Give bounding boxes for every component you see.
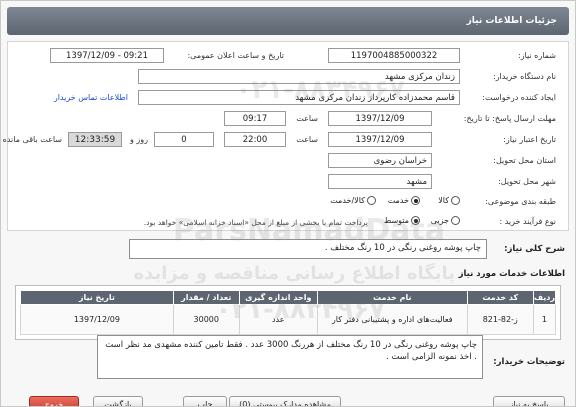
validity-label: تاریخ اعتبار نیاز:	[503, 135, 556, 144]
reply-button[interactable]: پاسخ به نیاز	[493, 396, 565, 406]
col-need-date: تاریخ نیاز	[20, 290, 174, 305]
radio-icon[interactable]	[451, 196, 460, 205]
cell-need-date: 1397/12/09	[20, 304, 174, 335]
reply-time-label: ساعت	[296, 114, 318, 123]
validity-date-field[interactable]: 1397/12/09	[328, 132, 432, 147]
cell-row: 1	[532, 304, 557, 335]
reply-time-field[interactable]: 09:17	[224, 111, 286, 126]
need-number-label: شماره نیاز:	[518, 51, 556, 60]
need-number-field[interactable]: 1197004885000322	[328, 48, 460, 63]
radio-icon[interactable]	[367, 196, 376, 205]
buyer-contact-link[interactable]: اطلاعات تماس خریدار	[54, 93, 128, 102]
validity-time-label: ساعت	[296, 135, 318, 144]
category-option-goods[interactable]: کالا	[438, 196, 460, 205]
radio-icon[interactable]	[451, 216, 460, 225]
remaining-days-field[interactable]: 0	[154, 132, 214, 147]
table-header-row: ردیف کد خدمت نام خدمت واحد اندازه گیری ت…	[20, 290, 557, 305]
services-table-wrap: ردیف کد خدمت نام خدمت واحد اندازه گیری ت…	[15, 285, 561, 340]
process-option-medium[interactable]: متوسط	[384, 216, 420, 225]
buyer-org-label: نام دستگاه خریدار:	[493, 72, 556, 81]
need-details-panel: شماره نیاز: 1197004885000322 تاریخ و ساع…	[3, 41, 569, 231]
province-label: استان محل تحویل:	[493, 156, 556, 165]
process-option-minor[interactable]: جزیی	[431, 216, 460, 225]
days-label: روز و	[130, 135, 148, 144]
radio-selected-icon[interactable]	[411, 196, 420, 205]
process-label: نوع فرآیند خرید :	[499, 217, 556, 226]
table-row[interactable]: 1 ز-82-821 فعالیت‌های اداره و پشتیبانی د…	[20, 304, 557, 335]
buyer-notes-field[interactable]: چاپ پوشه روغنی رنگی در 10 رنگ مختلف از ه…	[97, 335, 483, 379]
reply-date-field[interactable]: 1397/12/09	[328, 111, 432, 126]
process-note: پرداخت تمام یا بخشی از مبلغ از محل «اسنا…	[143, 218, 368, 227]
city-field[interactable]: مشهد	[328, 174, 432, 189]
col-unit: واحد اندازه گیری	[238, 290, 318, 305]
summary-field[interactable]: چاپ پوشه روغنی رنگی در 10 رنگ مختلف .	[129, 239, 487, 259]
remaining-label: ساعت باقی مانده	[2, 135, 62, 144]
exit-button[interactable]: خروج	[29, 396, 79, 406]
category-label: طبقه بندی موضوعی:	[485, 197, 556, 206]
creator-label: ایجاد کننده درخواست:	[482, 93, 556, 102]
category-option-service[interactable]: خدمت	[388, 196, 420, 205]
page-title: جزئیات اطلاعات نیاز	[7, 7, 569, 35]
cell-service-code: ز-82-821	[466, 304, 534, 335]
col-service-code: کد خدمت	[466, 290, 534, 305]
validity-time-field[interactable]: 22:00	[224, 132, 286, 147]
services-table: ردیف کد خدمت نام خدمت واحد اندازه گیری ت…	[20, 290, 557, 335]
back-button[interactable]: بازگشت	[93, 396, 143, 406]
col-service-name: نام خدمت	[316, 290, 468, 305]
watermark-caption: پایگاه اطلاع رسانی مناقصه و مزایده	[133, 263, 455, 284]
announce-date-label: تاریخ و ساعت اعلان عمومی:	[187, 51, 284, 60]
cell-service-name: فعالیت‌های اداره و پشتیبانی دفتر کار	[316, 304, 468, 335]
buyer-org-field[interactable]: زندان مرکزی مشهد	[138, 69, 460, 84]
buyer-notes-label: توضیحات خریدار:	[493, 357, 565, 367]
city-label: شهر محل تحویل:	[498, 177, 556, 186]
action-buttons: پاسخ به نیاز مشاهده مدارک پیوستی (0) چاپ…	[7, 396, 569, 406]
services-section-title: اطلاعات خدمات مورد نیاز	[458, 269, 565, 279]
cell-unit: عدد	[238, 304, 318, 335]
category-option-goods-service[interactable]: کالا/خدمت	[330, 196, 376, 205]
col-quantity: تعداد / مقدار	[172, 290, 240, 305]
remaining-time-box: 12:33:59	[68, 132, 122, 147]
announce-date-field[interactable]: 1397/12/09 - 09:21	[50, 48, 164, 63]
col-row: ردیف	[532, 290, 557, 305]
creator-field[interactable]: قاسم محمدزاده کارپرداز زندان مرکزی مشهد	[138, 90, 460, 105]
view-attachments-button[interactable]: مشاهده مدارک پیوستی (0)	[229, 396, 341, 406]
page-frame: جزئیات اطلاعات نیاز شماره نیاز: 11970048…	[0, 0, 576, 407]
reply-deadline-label: مهلت ارسال پاسخ: تا تاریخ:	[463, 114, 556, 123]
print-button[interactable]: چاپ	[183, 396, 227, 406]
summary-label: شرح کلی نیاز:	[504, 244, 565, 254]
radio-selected-icon[interactable]	[411, 216, 420, 225]
province-field[interactable]: خراسان رضوی	[328, 153, 432, 168]
cell-quantity: 30000	[172, 304, 240, 335]
